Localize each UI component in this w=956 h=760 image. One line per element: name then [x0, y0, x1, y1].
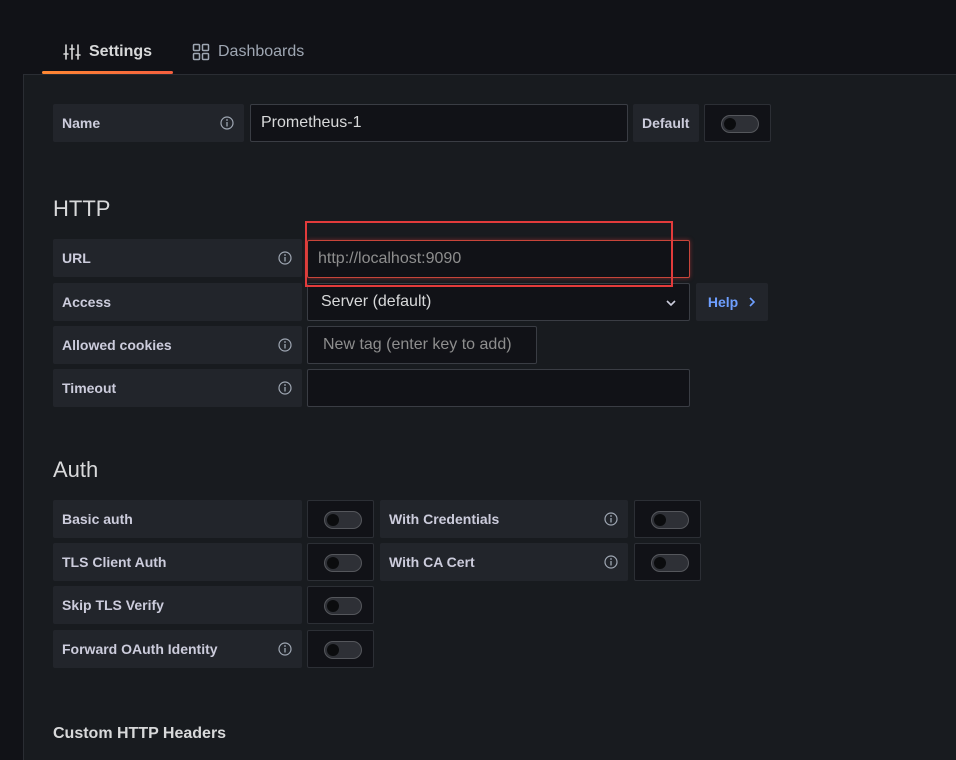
- info-icon[interactable]: [604, 512, 618, 526]
- url-label-cell: URL: [53, 239, 302, 277]
- access-select[interactable]: Server (default): [307, 283, 690, 321]
- cookies-tag-input[interactable]: New tag (enter key to add): [307, 326, 537, 364]
- with-credentials-label: With Credentials: [389, 511, 500, 527]
- info-icon[interactable]: [220, 116, 234, 130]
- skip-tls-verify-switch-box: [307, 586, 374, 624]
- access-label-cell: Access: [53, 283, 302, 321]
- tls-client-auth-toggle[interactable]: [324, 554, 362, 572]
- timeout-input[interactable]: [307, 369, 690, 407]
- tls-client-auth-label-cell: TLS Client Auth: [53, 543, 302, 581]
- grid-icon: [192, 43, 210, 61]
- name-label: Name: [62, 115, 101, 131]
- toggle-knob: [327, 600, 339, 612]
- http-section-title: HTTP: [53, 196, 111, 221]
- info-icon[interactable]: [278, 251, 292, 265]
- tls-client-auth-switch-box: [307, 543, 374, 581]
- with-credentials-label-cell: With Credentials: [380, 500, 628, 538]
- with-credentials-toggle[interactable]: [651, 511, 689, 529]
- default-toggle[interactable]: [721, 115, 759, 133]
- basic-auth-switch-box: [307, 500, 374, 538]
- toggle-knob: [654, 557, 666, 569]
- timeout-label-cell: Timeout: [53, 369, 302, 407]
- info-icon[interactable]: [278, 642, 292, 656]
- basic-auth-label-cell: Basic auth: [53, 500, 302, 538]
- forward-oauth-switch-box: [307, 630, 374, 668]
- with-credentials-switch-box: [634, 500, 701, 538]
- info-icon[interactable]: [604, 555, 618, 569]
- name-label-cell: Name: [53, 104, 244, 142]
- custom-headers-title: Custom HTTP Headers: [53, 725, 227, 742]
- timeout-label: Timeout: [62, 380, 117, 396]
- forward-oauth-label: Forward OAuth Identity: [62, 641, 218, 657]
- default-label: Default: [642, 115, 690, 131]
- tls-client-auth-label: TLS Client Auth: [62, 554, 167, 570]
- auth-section-title: Auth: [53, 457, 99, 482]
- tab-dashboards-label: Dashboards: [218, 43, 305, 60]
- chevron-down-icon: [666, 300, 676, 307]
- default-switch-box: [704, 104, 771, 142]
- forward-oauth-toggle[interactable]: [324, 641, 362, 659]
- tab-settings-label: Settings: [88, 43, 153, 60]
- with-ca-cert-toggle[interactable]: [651, 554, 689, 572]
- toggle-knob: [724, 118, 736, 130]
- url-highlight-box: [305, 221, 673, 287]
- basic-auth-label: Basic auth: [62, 511, 133, 527]
- toggle-knob: [327, 514, 339, 526]
- toggle-knob: [327, 644, 339, 656]
- default-label-cell: Default: [633, 104, 699, 142]
- tab-settings[interactable]: Settings: [42, 30, 173, 74]
- access-label: Access: [62, 294, 112, 310]
- cookies-label-cell: Allowed cookies: [53, 326, 302, 364]
- info-icon[interactable]: [278, 338, 292, 352]
- basic-auth-toggle[interactable]: [324, 511, 362, 529]
- access-select-value: Server (default): [321, 293, 432, 310]
- info-icon[interactable]: [278, 381, 292, 395]
- help-label: Help: [707, 294, 739, 310]
- chevron-right-icon: [749, 297, 756, 307]
- help-button[interactable]: Help: [696, 283, 768, 321]
- skip-tls-verify-toggle[interactable]: [324, 597, 362, 615]
- name-input[interactable]: Prometheus-1: [250, 104, 628, 142]
- cookies-label: Allowed cookies: [62, 337, 172, 353]
- skip-tls-verify-label-cell: Skip TLS Verify: [53, 586, 302, 624]
- with-ca-cert-switch-box: [634, 543, 701, 581]
- tab-dashboards[interactable]: Dashboards: [192, 30, 304, 74]
- tab-bar: Settings Dashboards: [0, 0, 956, 75]
- toggle-knob: [327, 557, 339, 569]
- forward-oauth-label-cell: Forward OAuth Identity: [53, 630, 302, 668]
- url-label: URL: [62, 250, 91, 266]
- toggle-knob: [654, 514, 666, 526]
- skip-tls-verify-label: Skip TLS Verify: [62, 597, 164, 613]
- with-ca-cert-label-cell: With CA Cert: [380, 543, 628, 581]
- with-ca-cert-label: With CA Cert: [389, 554, 475, 570]
- sliders-icon: [63, 44, 81, 60]
